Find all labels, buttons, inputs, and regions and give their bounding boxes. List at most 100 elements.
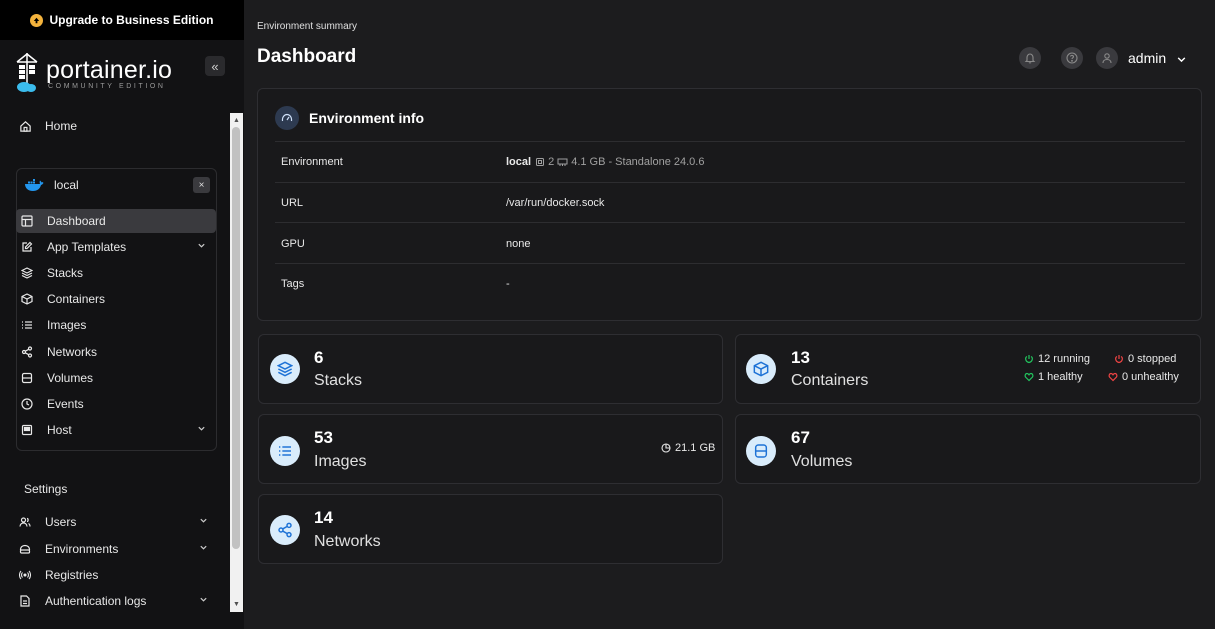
sidebar-item-home[interactable]: Home	[16, 114, 216, 138]
chevron-down-icon	[200, 545, 207, 550]
heart-icon	[1108, 372, 1118, 382]
sidebar-item-host[interactable]: Host	[18, 418, 214, 442]
portainer-logo[interactable]: portainer.io COMMUNITY EDITION	[16, 52, 228, 94]
logo-name: portainer.io	[46, 55, 173, 84]
containers-card[interactable]	[735, 334, 1201, 404]
share-icon	[20, 345, 34, 359]
heart-icon	[1024, 372, 1034, 382]
environment-info-header: Environment info	[275, 106, 424, 130]
users-icon	[18, 515, 32, 529]
sidebar-item-label: Volumes	[47, 371, 94, 385]
list-icon	[20, 318, 34, 332]
edit-icon	[20, 240, 34, 254]
plug-icon	[18, 542, 32, 556]
share-icon	[270, 515, 300, 545]
containers-label: Containers	[791, 372, 869, 389]
sidebar-item-volumes[interactable]: Volumes	[18, 366, 214, 390]
file-text-icon	[18, 594, 32, 608]
volumes-count: 67	[791, 428, 810, 447]
upgrade-label: Upgrade to Business Edition	[49, 13, 214, 27]
images-size: 21.1 GB	[661, 442, 715, 454]
env-info-label-url: URL	[281, 197, 304, 209]
memory-icon	[557, 158, 568, 166]
sidebar-item-containers[interactable]: Containers	[18, 287, 214, 311]
chevron-down-icon	[198, 426, 205, 431]
env-info-label-gpu: GPU	[281, 238, 305, 250]
env-meta: 2 4.1 GB - Standalone 24.0.6	[535, 156, 704, 168]
server-icon	[20, 423, 34, 437]
chevron-down-icon	[200, 518, 207, 523]
help-icon[interactable]	[1061, 47, 1083, 69]
sidebar-item-stacks[interactable]: Stacks	[18, 261, 214, 285]
sidebar-item-dashboard[interactable]: Dashboard	[18, 209, 214, 233]
chevron-down-icon[interactable]	[1176, 54, 1187, 65]
sidebar-item-label: Containers	[47, 292, 106, 306]
upgrade-banner[interactable]: Upgrade to Business Edition	[0, 0, 244, 40]
sidebar-item-networks[interactable]: Networks	[18, 340, 214, 364]
sidebar-item-app-templates[interactable]: App Templates	[18, 235, 214, 259]
divider	[275, 182, 1185, 183]
stacks-card[interactable]	[258, 334, 723, 404]
volumes-label: Volumes	[791, 453, 853, 470]
close-environment-button[interactable]: ×	[193, 177, 210, 193]
environment-detail: - Standalone 24.0.6	[608, 156, 705, 168]
arrow-up-circle-icon	[30, 13, 44, 27]
user-menu-name[interactable]: admin	[1128, 50, 1166, 66]
list-icon	[270, 436, 300, 466]
sidebar-item-label: Home	[45, 119, 78, 133]
scroll-down-arrow-icon[interactable]: ▼	[230, 598, 243, 611]
breadcrumb: Environment summary	[257, 21, 358, 32]
unhealthy-count: 0 unhealthy	[1122, 371, 1179, 383]
sidebar-item-label: Stacks	[47, 266, 84, 280]
env-info-value-tags: -	[506, 278, 510, 290]
sidebar-item-users[interactable]: Users	[16, 510, 216, 534]
sidebar-item-label: Users	[45, 515, 77, 529]
collapse-sidebar-button[interactable]: «	[205, 56, 225, 76]
layers-icon	[20, 266, 34, 280]
images-card[interactable]	[258, 414, 723, 484]
env-info-label-environment: Environment	[281, 156, 343, 168]
env-info-label-tags: Tags	[281, 278, 305, 290]
running-count: 12 running	[1038, 353, 1090, 365]
chevron-down-icon	[200, 597, 207, 602]
containers-healthy: 1 healthy	[1024, 371, 1083, 383]
pie-chart-icon	[661, 443, 671, 453]
sidebar-item-registries[interactable]: Registries	[16, 563, 216, 587]
home-icon	[18, 119, 32, 133]
chevron-down-icon	[198, 243, 205, 248]
page-title: Dashboard	[257, 46, 357, 67]
notifications-bell-icon[interactable]	[1019, 47, 1041, 69]
environment-info-title: Environment info	[309, 110, 425, 126]
scroll-up-arrow-icon[interactable]: ▲	[230, 114, 243, 127]
docker-icon	[25, 179, 44, 191]
env-info-value-url: /var/run/docker.sock	[506, 197, 605, 209]
sidebar-item-authentication-logs[interactable]: Authentication logs	[16, 589, 216, 613]
env-info-value-gpu: none	[506, 238, 531, 250]
environment-value: local	[506, 156, 532, 168]
sidebar-scrollbar-thumb[interactable]	[232, 127, 240, 549]
images-count: 53	[314, 428, 333, 447]
portainer-logo-icon	[16, 53, 38, 92]
environment-header: local	[16, 172, 216, 198]
divider	[275, 141, 1185, 142]
power-off-icon	[1115, 355, 1123, 364]
sidebar: Upgrade to Business Edition portainer.io…	[0, 0, 244, 629]
sidebar-item-images[interactable]: Images	[18, 313, 214, 337]
user-avatar-icon[interactable]	[1096, 47, 1118, 69]
sidebar-item-label: Environments	[45, 542, 119, 556]
sidebar-item-label: Images	[47, 318, 87, 332]
cpu-icon	[536, 158, 545, 166]
networks-card[interactable]	[258, 494, 723, 564]
sidebar-item-label: App Templates	[47, 240, 127, 254]
database-icon	[20, 371, 34, 385]
stacks-count: 6	[314, 348, 324, 367]
images-label: Images	[314, 453, 367, 470]
sidebar-item-events[interactable]: Events	[18, 392, 214, 416]
cpu-count: 2	[548, 156, 555, 168]
settings-heading: Settings	[24, 482, 68, 496]
layout-icon	[20, 214, 34, 228]
database-icon	[746, 436, 776, 466]
containers-stopped: 0 stopped	[1114, 353, 1176, 365]
sidebar-item-environments[interactable]: Environments	[16, 537, 216, 561]
volumes-card[interactable]	[735, 414, 1201, 484]
